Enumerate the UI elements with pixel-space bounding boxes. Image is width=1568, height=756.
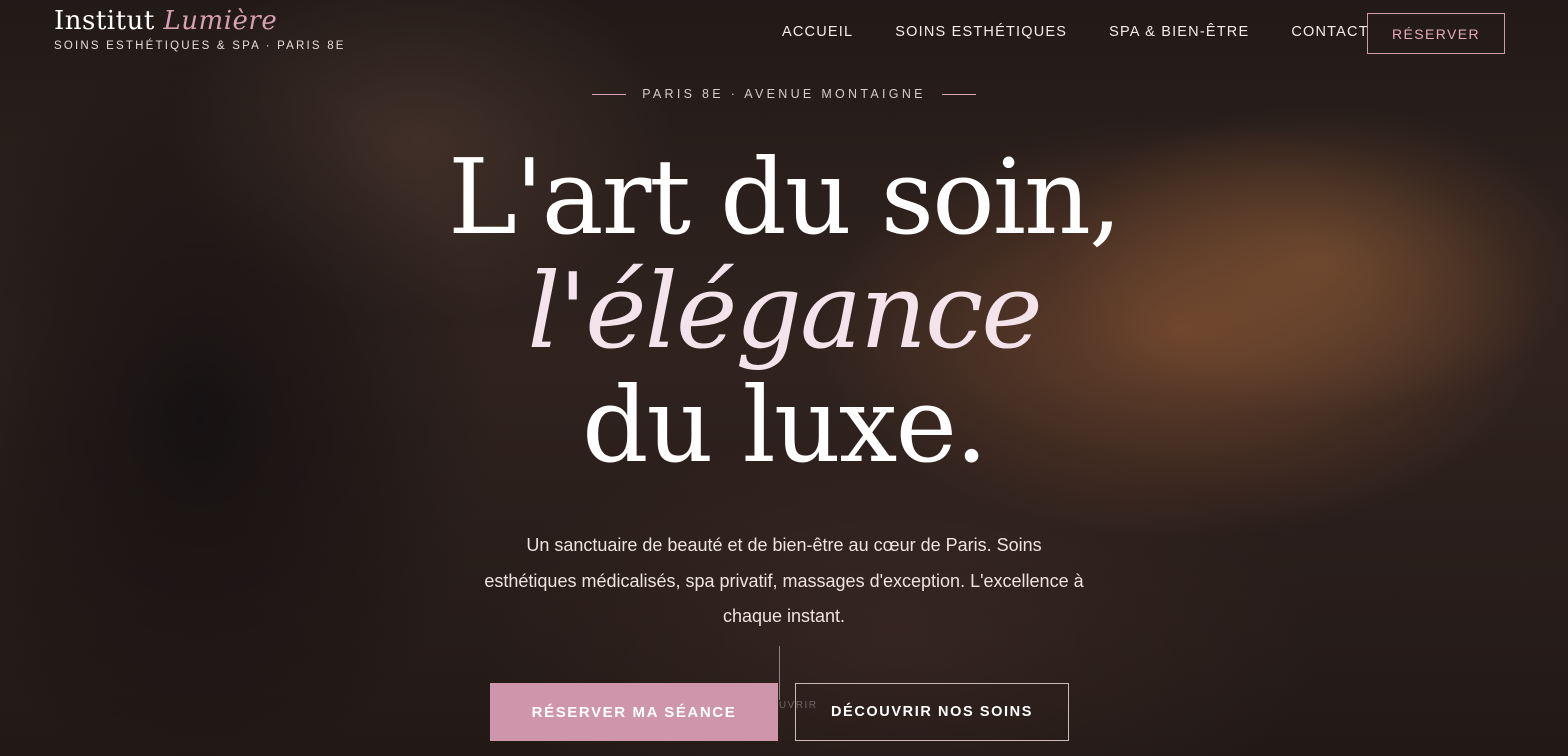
- main-nav: ACCUEIL SOINS ESTHÉTIQUES SPA & BIEN-ÊTR…: [782, 24, 1369, 40]
- hero-title-line2: l'élégance: [527, 250, 1043, 372]
- nav-item-accueil[interactable]: ACCUEIL: [782, 24, 853, 40]
- hero-subtitle: Un sanctuaire de beauté et de bien-être …: [484, 535, 1084, 626]
- brand-logo[interactable]: Institut Lumière SOINS ESTHÉTIQUES & SPA…: [54, 6, 346, 52]
- reserve-button[interactable]: RÉSERVER: [1367, 13, 1505, 54]
- nav-item-spa-bien-etre[interactable]: SPA & BIEN-ÊTRE: [1109, 24, 1249, 40]
- brand-name: Institut Lumière: [54, 6, 346, 36]
- site-header: Institut Lumière SOINS ESTHÉTIQUES & SPA…: [0, 0, 1568, 70]
- eyebrow-divider-left: [592, 93, 627, 95]
- scroll-indicator-line: [779, 646, 780, 700]
- brand-tagline: SOINS ESTHÉTIQUES & SPA · PARIS 8E: [54, 40, 346, 52]
- hero-title-line3: du luxe.: [581, 364, 988, 486]
- nav-item-soins-esthetiques[interactable]: SOINS ESTHÉTIQUES: [895, 24, 1067, 40]
- hero-title-line1: L'art du soin,: [447, 136, 1122, 258]
- book-session-button[interactable]: RÉSERVER MA SÉANCE: [490, 683, 778, 741]
- brand-name-main: Institut: [54, 6, 155, 36]
- eyebrow-divider-right: [941, 93, 976, 95]
- hero-title: L'art du soin, l'élégance du luxe.: [0, 140, 1568, 482]
- hero-eyebrow: PARIS 8E · AVENUE MONTAIGNE: [0, 87, 1568, 101]
- brand-name-accent: Lumière: [163, 6, 278, 36]
- eyebrow-text: PARIS 8E · AVENUE MONTAIGNE: [642, 87, 926, 101]
- discover-treatments-button[interactable]: DÉCOUVRIR NOS SOINS: [795, 683, 1069, 741]
- nav-item-contact[interactable]: CONTACT: [1291, 24, 1368, 40]
